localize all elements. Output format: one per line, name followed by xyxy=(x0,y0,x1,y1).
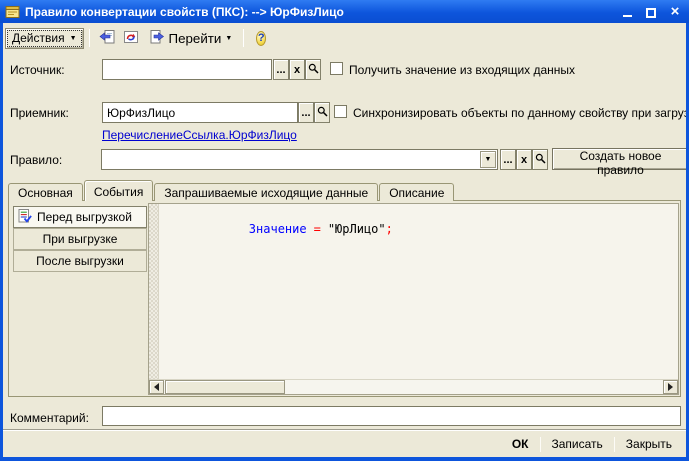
magnifier-icon xyxy=(535,153,546,167)
actions-button[interactable]: Действия ▼ xyxy=(5,27,84,49)
rule-dropdown-icon[interactable]: ▼ xyxy=(480,151,496,168)
receiver-sync-checkbox[interactable] xyxy=(334,105,347,118)
code-token-identifier: Значение xyxy=(248,222,307,236)
event-item-pered-vygruzkoy[interactable]: Перед выгрузкой xyxy=(13,206,147,228)
rule-ellipsis-button[interactable]: ... xyxy=(500,149,516,170)
toolbar: Действия ▼ Перейти ▼ ? xyxy=(3,24,686,52)
source-label: Источник: xyxy=(10,63,65,77)
receiver-checkbox-label: Синхронизировать объекты по данному свой… xyxy=(353,106,689,120)
receiver-input[interactable] xyxy=(102,102,298,123)
window-refresh-icon xyxy=(123,29,139,48)
code-editor[interactable]: Значение = "ЮрЛицо"; xyxy=(148,203,679,395)
magnifier-icon xyxy=(308,63,319,77)
minimize-button[interactable] xyxy=(619,4,635,20)
code-line: Значение = "ЮрЛицо"; xyxy=(191,208,393,250)
tab-label: Описание xyxy=(389,186,445,200)
close-icon[interactable]: × xyxy=(667,4,683,20)
rule-combobox[interactable]: ▼ xyxy=(101,149,498,170)
event-item-posle-vygruzki[interactable]: После выгрузки xyxy=(13,250,147,272)
ok-button[interactable]: ОК xyxy=(501,435,540,453)
save-button[interactable]: Записать xyxy=(541,435,614,453)
code-token-semicolon: ; xyxy=(385,222,393,236)
tab-opisanie[interactable]: Описание xyxy=(379,183,455,201)
scroll-left-icon[interactable] xyxy=(149,380,164,394)
actions-button-label: Действия xyxy=(12,31,65,45)
goto-button[interactable]: Перейти ▼ xyxy=(143,27,239,49)
reread-button[interactable] xyxy=(95,27,119,49)
code-token-operator: = xyxy=(313,222,321,236)
toolbar-separator xyxy=(88,29,90,47)
window-title: Правило конвертации свойств (ПКС): --> Ю… xyxy=(25,4,344,19)
titlebar[interactable]: Правило конвертации свойств (ПКС): --> Ю… xyxy=(0,0,689,23)
tab-zaprashivaemye-dannye[interactable]: Запрашиваемые исходящие данные xyxy=(154,183,379,201)
close-button[interactable]: Закрыть xyxy=(615,435,683,453)
source-input[interactable] xyxy=(102,59,272,80)
receiver-label: Приемник: xyxy=(10,106,69,120)
tab-label: Запрашиваемые исходящие данные xyxy=(164,186,369,200)
chevron-down-icon: ▼ xyxy=(225,34,233,42)
footer-divider xyxy=(3,429,686,431)
receiver-ellipsis-button[interactable]: ... xyxy=(298,102,314,123)
toolbar-separator xyxy=(243,29,245,47)
comment-input[interactable] xyxy=(102,406,681,426)
event-item-pri-vygruzke[interactable]: При выгрузке xyxy=(13,228,147,250)
footer-button-bar: ОК Записать Закрыть xyxy=(501,433,683,455)
event-item-label: При выгрузке xyxy=(42,232,118,246)
receiver-lookup-button[interactable] xyxy=(314,102,330,123)
chevron-down-icon: ▼ xyxy=(69,34,77,42)
scrollbar-thumb[interactable] xyxy=(165,380,285,394)
source-clear-button[interactable]: x xyxy=(289,59,305,80)
event-item-label: Перед выгрузкой xyxy=(37,210,132,224)
code-token-string: "ЮрЛицо" xyxy=(327,222,386,236)
tab-label: Основная xyxy=(18,186,73,200)
comment-label: Комментарий: xyxy=(10,411,89,425)
window-frame-bottom xyxy=(0,457,689,461)
breakpoint-margin xyxy=(149,204,159,379)
tab-osnovnaya[interactable]: Основная xyxy=(8,183,83,201)
source-ellipsis-button[interactable]: ... xyxy=(273,59,289,80)
maximize-button[interactable] xyxy=(643,4,659,20)
event-item-label: После выгрузки xyxy=(36,254,124,268)
source-get-from-incoming-checkbox[interactable] xyxy=(330,62,343,75)
window-frame-left xyxy=(0,0,3,461)
doc-arrow-right-icon xyxy=(149,29,165,48)
source-lookup-button[interactable] xyxy=(305,59,321,80)
window-controls: × xyxy=(619,4,683,20)
rule-clear-button[interactable]: x xyxy=(516,149,532,170)
goto-button-label: Перейти xyxy=(168,30,222,46)
rule-lookup-button[interactable] xyxy=(532,149,548,170)
tab-bar: Основная События Запрашиваемые исходящие… xyxy=(8,180,455,201)
handler-doc-icon xyxy=(18,208,32,226)
tab-sobytiya[interactable]: События xyxy=(83,180,154,201)
doc-arrow-left-icon xyxy=(99,29,115,48)
scroll-right-icon[interactable] xyxy=(663,380,678,394)
magnifier-icon xyxy=(317,106,328,120)
rule-label: Правило: xyxy=(10,153,63,167)
create-new-rule-button[interactable]: Создать новое правило xyxy=(552,148,689,177)
pks-dialog-window: Правило конвертации свойств (ПКС): --> Ю… xyxy=(0,0,689,461)
help-button[interactable]: ? xyxy=(249,27,273,49)
horizontal-scrollbar[interactable] xyxy=(149,379,678,394)
receiver-type-link[interactable]: ПеречислениеСсылка.ЮрФизЛицо xyxy=(102,128,297,142)
source-checkbox-label: Получить значение из входящих данных xyxy=(349,63,576,77)
properties-button[interactable] xyxy=(119,27,143,49)
help-icon: ? xyxy=(256,30,267,46)
window-icon xyxy=(5,4,21,20)
events-panel: Перед выгрузкой При выгрузке После выгру… xyxy=(8,200,681,397)
rule-input[interactable] xyxy=(102,150,480,169)
tab-label: События xyxy=(93,184,144,199)
